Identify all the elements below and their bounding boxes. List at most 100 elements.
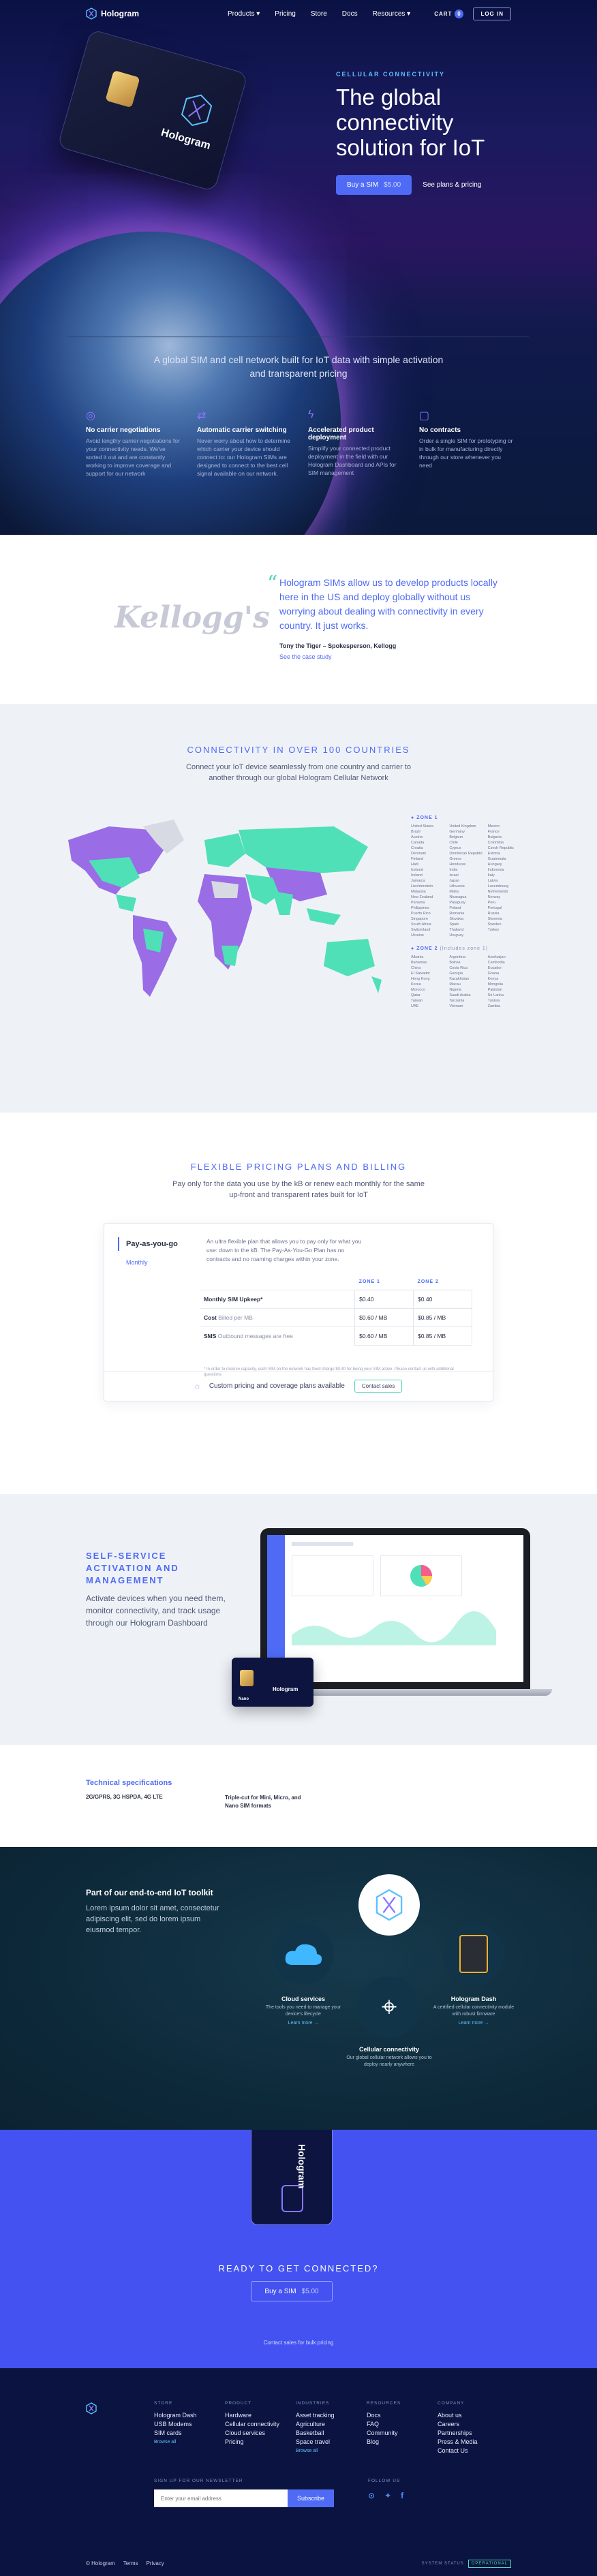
tab-monthly[interactable]: Monthly [118,1256,179,1269]
row-label: SMS Outbound messages are free [200,1326,355,1346]
footer-link[interactable]: Press & Media [438,2438,508,2447]
footer-link[interactable]: USB Modems [154,2420,225,2429]
zone-country: Argentina [449,955,465,959]
table-row: SMS Outbound messages are free $0.60 / M… [200,1326,472,1346]
footer-link[interactable]: Pricing [225,2438,296,2447]
plans-pricing-link[interactable]: See plans & pricing [423,181,481,189]
nav-pricing[interactable]: Pricing [275,10,296,18]
footer-link[interactable]: Space travel [296,2438,367,2447]
zone-country: United States [411,824,434,828]
map-india [273,891,293,915]
login-button[interactable]: LOG IN [473,7,511,20]
feature-text: Avoid lengthy carrier negotiations for y… [86,437,180,477]
map-south-america [133,915,177,997]
nav-store[interactable]: Store [311,10,327,18]
zone2-value: $0.85 / MB [413,1326,472,1346]
kelloggs-logo: Kellogg's [114,600,270,635]
custom-pricing-text: Custom pricing and coverage plans availa… [209,1382,345,1390]
toolkit-item-text: Our global cellular network allows you t… [346,2055,432,2067]
zone-country: Japan [449,879,460,883]
footer-link[interactable]: Agriculture [296,2420,367,2429]
quote-mark-icon: “ [267,572,278,595]
cloud-learn-more-link[interactable]: Learn more → [259,2021,348,2026]
toolkit-item-title: Cloud services [281,1996,326,2002]
dashboard-pie-icon [410,1565,433,1587]
footer-link[interactable]: Hardware [225,2411,296,2420]
footer-column-heading: RESOURCES [367,2401,401,2406]
buy-sim-label: Buy a SIM [347,181,379,189]
sim-chip-outline [281,2185,303,2212]
footer-link[interactable]: Contact Us [438,2447,508,2455]
footer-link[interactable]: FAQ [367,2420,438,2429]
github-icon[interactable]: ⊙ [368,2491,375,2500]
terms-link[interactable]: Terms [123,2560,138,2566]
cart-link[interactable]: CART 0 [434,9,464,18]
footer-link[interactable]: Cloud services [225,2429,296,2438]
system-status[interactable]: SYSTEM STATUS OPERATIONAL [421,2559,511,2568]
footer-link[interactable]: SIM cards [154,2429,225,2438]
specs-title: Technical specifications [86,1779,172,1787]
footer-link[interactable]: Browse all [154,2438,225,2447]
dashboard-section: SELF-SERVICE ACTIVATION AND MANAGEMENT A… [0,1494,597,1745]
dash-learn-more-link[interactable]: Learn more → [429,2021,518,2026]
feature-title: Automatic carrier switching [197,426,287,434]
footer-link[interactable]: About us [438,2411,508,2420]
zone2-header: ZONE 2 [417,1279,439,1284]
world-coverage-map[interactable] [48,813,388,1017]
zone-country: Sri Lanka [487,993,504,997]
footer-link[interactable]: Careers [438,2420,508,2429]
zone-country: Belgium [449,835,463,839]
tab-pay-as-you-go[interactable]: Pay-as-you-go [118,1237,179,1251]
nav-products[interactable]: Products ▾ [228,10,260,18]
feature-text: Never worry about how to determine which… [197,437,291,477]
zone-country: Qatar [411,993,420,997]
zone-country: UAE [411,1004,419,1008]
case-study-link[interactable]: See the case study [279,653,332,660]
row-label: Cost Billed per MB [200,1308,355,1327]
zone-country: Vietnam [449,1004,463,1008]
zone-country: New Zealand [411,895,433,899]
footer-link[interactable]: Basketball [296,2429,367,2438]
zone-country: Hong Kong [411,977,430,981]
zone-country: Poland [449,906,461,910]
zone-country: Greece [449,857,462,861]
buy-sim-button[interactable]: Buy a SIM $5.00 [336,175,412,195]
footer-link[interactable]: Docs [367,2411,438,2420]
toolkit-section: Part of our end-to-end IoT toolkit Lorem… [0,1847,597,2130]
plan-description: An ultra flexible plan that allows you t… [206,1238,362,1262]
zone-country: Guatemala [487,857,506,861]
zone-country: Pakistan [487,988,502,992]
cart-count-badge: 0 [455,9,464,18]
system-status-label: SYSTEM STATUS [421,2561,464,2566]
footer-link[interactable]: Browse all [296,2447,367,2455]
contact-sales-button[interactable]: Contact sales [354,1380,403,1393]
footer-link[interactable]: Community [367,2429,438,2438]
bulk-pricing-link[interactable]: Contact sales for bulk pricing [0,2340,597,2346]
zone-country: Malaysia [411,890,426,894]
twitter-icon[interactable]: ✦ [384,2491,391,2500]
subscribe-button[interactable]: Subscribe [288,2489,334,2507]
row-label: Monthly SIM Upkeep* [200,1290,355,1309]
newsletter-email-input[interactable] [154,2489,288,2507]
nav-products-label: Products [228,10,255,18]
footer-link[interactable]: Cellular connectivity [225,2420,296,2429]
brand-logo[interactable]: Hologram [86,7,139,20]
privacy-link[interactable]: Privacy [147,2560,164,2566]
zone1-title: ● ZONE 1 [411,816,438,820]
footer-link[interactable]: Partnerships [438,2429,508,2438]
newsletter-heading: SIGN UP FOR OUR NEWSLETTER [154,2479,243,2483]
footer-column: STORE Hologram Dash USB Modems SIM cards Bro… [154,2401,225,2455]
nav-docs[interactable]: Docs [342,10,358,18]
footer-link[interactable]: Blog [367,2438,438,2447]
footer-link[interactable]: Asset tracking [296,2411,367,2420]
cta-buy-sim-button[interactable]: Buy a SIM $5.00 [251,2281,333,2301]
footer-link[interactable]: Hologram Dash [154,2411,225,2420]
toolkit-item-text: The tools you need to manage your device… [265,2005,341,2017]
table-header-blank [200,1274,355,1290]
testimonial-quote: Hologram SIMs allow us to develop produc… [279,577,497,631]
hologram-logo-icon[interactable] [86,2402,97,2415]
zone-country: Uruguay [449,933,464,937]
nav-resources[interactable]: Resources ▾ [373,10,411,18]
cloud-services-circle [273,1923,334,1985]
facebook-icon[interactable]: f [401,2491,403,2500]
